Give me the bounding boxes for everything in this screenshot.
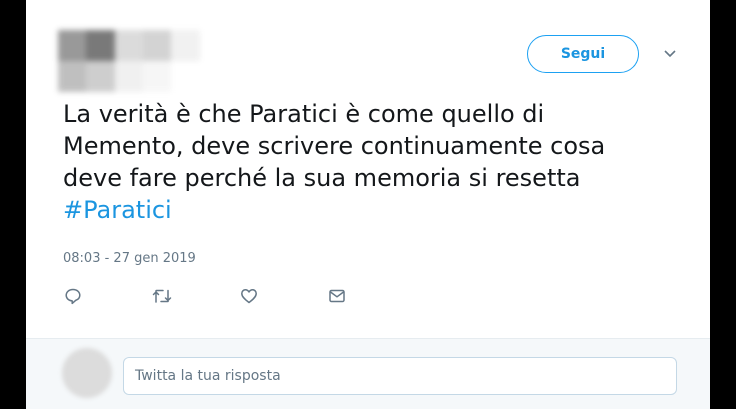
blurred-user-header <box>58 30 228 92</box>
message-icon[interactable] <box>328 285 416 307</box>
avatar <box>62 348 112 398</box>
tweet-line: deve fare perché la sua memoria si reset… <box>63 164 581 192</box>
reply-input[interactable]: Twitta la tua risposta <box>123 357 677 395</box>
chevron-down-icon[interactable] <box>660 46 680 62</box>
reply-area: Twitta la tua risposta <box>26 338 710 409</box>
tweet-text: La verità è che Paratici è come quello d… <box>63 98 663 226</box>
hashtag-link[interactable]: #Paratici <box>63 194 663 226</box>
tweet-line: La verità è che Paratici è come quello d… <box>63 100 545 128</box>
tweet-timestamp[interactable]: 08:03 - 27 gen 2019 <box>63 251 196 266</box>
like-icon[interactable] <box>240 285 328 307</box>
tweet-line: Memento, deve scrivere continuamente cos… <box>63 132 606 160</box>
tweet-card: Segui La verità è che Paratici è come qu… <box>26 0 710 409</box>
reply-icon[interactable] <box>64 285 152 307</box>
tweet-actions <box>64 285 416 307</box>
retweet-icon[interactable] <box>152 285 240 307</box>
follow-button[interactable]: Segui <box>527 35 639 73</box>
